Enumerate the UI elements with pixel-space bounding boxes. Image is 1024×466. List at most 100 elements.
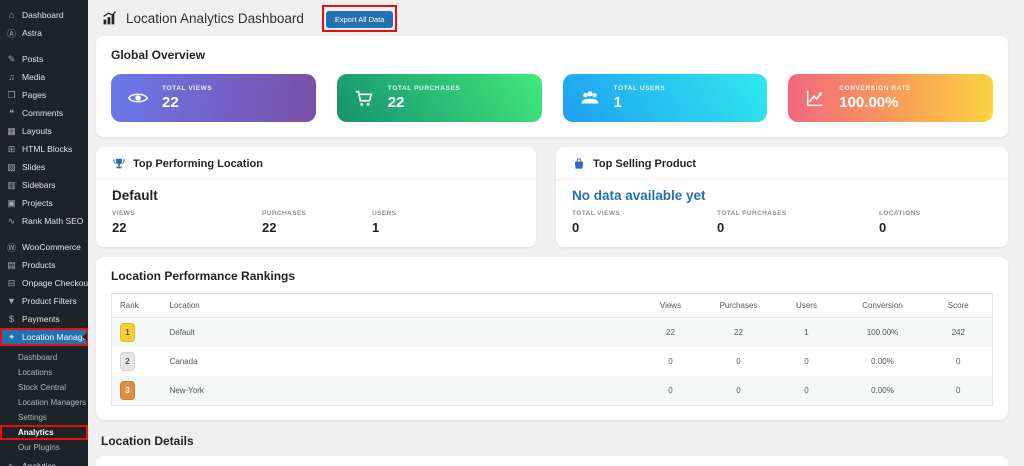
sidebar-item-products[interactable]: ▤ Products [0, 256, 88, 274]
sidebar-item-woocommerce[interactable]: Ⓦ WooCommerce [0, 238, 88, 256]
stat-label: USERS [372, 210, 397, 217]
sidebar-item-label: Dashboard [22, 10, 64, 20]
product-filters-icon: ▼ [7, 296, 16, 306]
location-details-card: Canada Export [96, 456, 1008, 466]
cell-views: 0 [668, 357, 673, 366]
sidebar-item-astra[interactable]: Ⓐ Astra [0, 24, 88, 42]
location-manager-submenu: Dashboard Locations Stock Central Locati… [0, 346, 88, 457]
total-views-stat: TOTAL VIEWS 0 [572, 210, 717, 235]
stat-value: 100.00% [839, 94, 899, 111]
location-details-title: Location Details [101, 434, 194, 448]
sidebar-item-label: Pages [22, 90, 47, 100]
wp-admin-sidebar: ⌂ Dashboard Ⓐ Astra ✎ Posts ♫ Media ❐ Pages ❝… [0, 0, 88, 466]
sidebar-item-label: Products [22, 260, 56, 270]
location-manager-icon: ⌖ [8, 331, 15, 342]
submenu-item-stock-central[interactable]: Stock Central [0, 380, 88, 395]
sidebar-item-media[interactable]: ♫ Media [0, 68, 88, 86]
sidebar-item-rank-math-seo[interactable]: ∿ Rank Math SEO [0, 212, 88, 230]
woocommerce-icon: Ⓦ [6, 242, 16, 253]
sidebar-item-label: Sidebars [22, 180, 56, 190]
sidebar-item-location-manager[interactable]: ⌖ Location Manage [0, 328, 88, 346]
table-header-row: Rank Location Views Purchases Users Conv… [111, 293, 993, 318]
rankings-title: Location Performance Rankings [111, 269, 296, 283]
top-selling-body: No data available yet TOTAL VIEWS 0 TOTAL… [556, 180, 1008, 247]
top-performing-location-card: Top Performing Location Default VIEWS 22 … [96, 147, 536, 247]
sidebar-separator [0, 42, 88, 50]
table-row[interactable]: 2 Canada 0 0 0 0.00% 0 [112, 347, 993, 376]
sidebar-item-label: Posts [22, 54, 44, 64]
submenu-item-location-managers[interactable]: Location Managers [0, 395, 88, 410]
col-users: Users [772, 293, 841, 318]
purchases-stat: PURCHASES 22 [262, 210, 372, 235]
sidebar-item-projects[interactable]: ▣ Projects [0, 194, 88, 212]
sidebar-item-comments[interactable]: ❝ Comments [0, 104, 88, 122]
stat-value: 22 [162, 94, 179, 111]
sidebar-item-pages[interactable]: ❐ Pages [0, 86, 88, 104]
rank-math-seo-icon: ∿ [7, 215, 16, 226]
sidebar-item-onpage-checkout[interactable]: ⊟ Onpage Checkout [0, 274, 88, 292]
users-icon [581, 91, 598, 104]
cell-views: 0 [636, 376, 705, 406]
col-conversion: Conversion [840, 293, 925, 318]
total-views-card: TOTAL VIEWS 22 [111, 74, 316, 122]
stat-value: 0 [879, 220, 887, 235]
layouts-icon: ▦ [7, 125, 16, 136]
projects-icon: ▣ [7, 197, 16, 208]
comments-icon: ❝ [9, 107, 14, 118]
stat-label: CONVERSION RATE [839, 85, 911, 92]
cell-conversion: 0.00% [840, 376, 925, 406]
sidebar-item-label: Rank Math SEO [22, 216, 84, 226]
submenu-item-settings[interactable]: Settings [0, 410, 88, 425]
trophy-icon [113, 158, 125, 169]
bag-icon [574, 158, 584, 169]
submenu-item-locations[interactable]: Locations [0, 365, 88, 380]
sidebar-item-dashboard[interactable]: ⌂ Dashboard [0, 6, 88, 24]
stat-value: 0 [717, 220, 725, 235]
sidebar-item-slides[interactable]: ▧ Slides [0, 158, 88, 176]
views-stat: VIEWS 22 [112, 210, 262, 235]
global-overview-card: Global Overview TOTAL VIEWS 22 TOTAL PURC… [96, 36, 1008, 137]
cell-purchases: 0 [736, 357, 741, 366]
top-performing-title: Top Performing Location [133, 158, 263, 170]
locations-stat: LOCATIONS 0 [879, 210, 920, 235]
sidebar-item-product-filters[interactable]: ▼ Product Filters [0, 292, 88, 310]
table-row[interactable]: 1 Default 22 22 1 100.00% 242 [111, 317, 993, 347]
sidebars-icon: ▥ [7, 179, 16, 190]
stat-label: VIEWS [112, 210, 135, 217]
sidebar-item-analytics[interactable]: ∿ Analytics [0, 457, 88, 466]
total-purchases-stat: TOTAL PURCHASES 0 [717, 210, 879, 235]
sidebar-item-html-blocks[interactable]: ⊞ HTML Blocks [0, 140, 88, 158]
sidebar-item-payments[interactable]: $ Payments [0, 310, 88, 328]
submenu-item-analytics[interactable]: Analytics [0, 425, 88, 440]
annotation-box: Export All Data [321, 4, 398, 32]
top-selling-header: Top Selling Product [556, 147, 1008, 180]
cell-conversion: 0.00% [871, 357, 894, 366]
sidebar-item-label: HTML Blocks [22, 144, 73, 154]
sidebar-item-posts[interactable]: ✎ Posts [0, 50, 88, 68]
dashboard-icon: ⌂ [8, 10, 15, 20]
top-selling-stats: TOTAL VIEWS 0 TOTAL PURCHASES 0 LOCATIONS 0 [572, 210, 992, 235]
stat-value: 0 [572, 220, 580, 235]
products-icon: ▤ [7, 259, 16, 270]
stat-value: 1 [372, 220, 380, 235]
col-rank: Rank [111, 293, 162, 318]
onpage-checkout-icon: ⊟ [7, 277, 16, 288]
sidebar-item-label: Astra [22, 28, 42, 38]
sidebar-separator [0, 230, 88, 238]
submenu-item-dashboard[interactable]: Dashboard [0, 350, 88, 365]
sidebar-item-layouts[interactable]: ▦ Layouts [0, 122, 88, 140]
export-all-data-button[interactable]: Export All Data [325, 10, 394, 28]
stat-label: TOTAL PURCHASES [387, 85, 461, 92]
sidebar-item-sidebars[interactable]: ▥ Sidebars [0, 176, 88, 194]
submenu-item-our-plugins[interactable]: Our Plugins [0, 440, 88, 455]
sidebar-item-label: WooCommerce [22, 242, 81, 252]
table-row[interactable]: 3 New-York 0 0 0 0.00% 0 [111, 376, 993, 406]
stat-label: PURCHASES [262, 210, 307, 217]
col-purchases: Purchases [704, 293, 773, 318]
cart-icon [355, 90, 373, 106]
page-header: Location Analytics Dashboard Export All … [96, 0, 1008, 36]
stat-value: 22 [262, 220, 277, 235]
summary-cards-row: Top Performing Location Default VIEWS 22 … [96, 147, 1008, 247]
rank-badge: 1 [120, 323, 135, 342]
posts-icon: ✎ [7, 53, 16, 64]
